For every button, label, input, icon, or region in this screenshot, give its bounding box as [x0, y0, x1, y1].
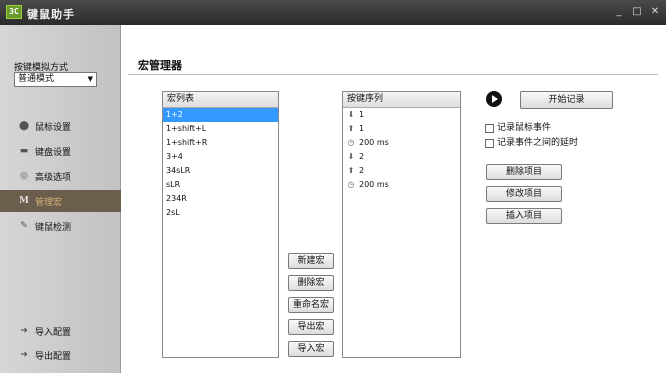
maximize-button[interactable]: □: [630, 5, 644, 19]
list-item[interactable]: ⬇ 1: [343, 108, 460, 122]
arrow-down-icon: ⬇: [347, 152, 355, 161]
delete-macro-button[interactable]: 删除宏: [288, 275, 334, 291]
insert-item-button[interactable]: 插入项目: [486, 208, 562, 224]
delete-item-button[interactable]: 删除项目: [486, 164, 562, 180]
list-item[interactable]: ⬆ 2: [343, 164, 460, 178]
macro-list[interactable]: 宏列表 1+2 1+shift+L 1+shift+R 3+4 34sLR sL…: [162, 91, 279, 358]
list-item[interactable]: 34sLR: [163, 164, 278, 178]
list-item[interactable]: ◷ 200 ms: [343, 178, 460, 192]
list-item[interactable]: ◷ 200 ms: [343, 136, 460, 150]
clock-icon: ◷: [347, 138, 355, 147]
arrow-up-icon: ⬆: [347, 124, 355, 133]
sequence-value: 1: [359, 110, 365, 119]
keyboard-icon: ▬: [19, 146, 29, 156]
play-icon[interactable]: [486, 91, 502, 107]
list-item[interactable]: ⬇ 2: [343, 150, 460, 164]
key-sequence-header: 按键序列: [343, 92, 460, 108]
page-title: 宏管理器: [138, 59, 182, 72]
new-macro-button[interactable]: 新建宏: [288, 253, 334, 269]
export-icon: ➜: [20, 350, 28, 360]
checkbox-label: 记录鼠标事件: [497, 123, 552, 133]
detect-icon: ✎: [20, 221, 28, 231]
sequence-value: 2: [359, 166, 365, 175]
minimize-button[interactable]: _: [612, 5, 626, 19]
macro-list-header: 宏列表: [163, 92, 278, 108]
list-item[interactable]: 3+4: [163, 150, 278, 164]
list-item[interactable]: sLR: [163, 178, 278, 192]
sidebar-item-mouse-settings[interactable]: ⬤ 鼠标设置: [0, 115, 121, 137]
sequence-value: 200 ms: [359, 180, 389, 189]
list-item[interactable]: 1+2: [163, 108, 278, 122]
record-delay-checkbox[interactable]: 记录事件之间的延时: [485, 138, 615, 150]
sidebar-item-keyboard-settings[interactable]: ▬ 键盘设置: [0, 140, 121, 162]
sidebar-item-label: 导入配置: [35, 328, 72, 338]
list-item[interactable]: 1+shift+L: [163, 122, 278, 136]
divider: [128, 74, 658, 75]
list-item[interactable]: 234R: [163, 192, 278, 206]
sidebar: 按键模拟方式 普通模式 ▼ ⬤ 鼠标设置 ▬ 键盘设置 ◎ 高级选项 M 管理宏…: [0, 25, 121, 373]
start-record-button[interactable]: 开始记录: [520, 91, 613, 109]
mouse-icon: ⬤: [18, 121, 30, 131]
key-sim-mode-value: 普通模式: [18, 74, 55, 84]
sequence-value: 2: [359, 152, 365, 161]
sidebar-item-export-config[interactable]: ➜ 导出配置: [0, 344, 121, 366]
sidebar-item-advanced[interactable]: ◎ 高级选项: [0, 165, 121, 187]
modify-item-button[interactable]: 修改项目: [486, 186, 562, 202]
sidebar-item-import-config[interactable]: ➜ 导入配置: [0, 320, 121, 342]
title-bar: 3C 键鼠助手 _ □ ✕: [0, 0, 666, 25]
checkbox-label: 记录事件之间的延时: [497, 138, 579, 148]
key-sim-mode-select[interactable]: 普通模式 ▼: [14, 72, 97, 87]
sidebar-item-label: 高级选项: [35, 173, 72, 183]
import-macro-button[interactable]: 导入宏: [288, 341, 334, 357]
checkbox-box[interactable]: [485, 124, 494, 133]
export-macro-button[interactable]: 导出宏: [288, 319, 334, 335]
chevron-down-icon: ▼: [87, 75, 93, 83]
sequence-value: 1: [359, 124, 365, 133]
sidebar-item-label: 管理宏: [35, 198, 63, 208]
window-title: 键鼠助手: [27, 8, 75, 21]
list-item[interactable]: ⬆ 1: [343, 122, 460, 136]
key-sequence-list[interactable]: 按键序列 ⬇ 1 ⬆ 1 ◷ 200 ms ⬇ 2 ⬆ 2 ◷ 200 ms: [342, 91, 461, 358]
clock-icon: ◷: [347, 180, 355, 189]
checkbox-box[interactable]: [485, 139, 494, 148]
sidebar-item-manage-macro[interactable]: M 管理宏: [0, 190, 121, 212]
list-item[interactable]: 2sL: [163, 206, 278, 220]
sidebar-item-detect[interactable]: ✎ 键鼠检测: [0, 215, 121, 237]
close-button[interactable]: ✕: [648, 5, 662, 19]
sidebar-item-label: 鼠标设置: [35, 123, 72, 133]
app-logo-icon: 3C: [6, 5, 22, 19]
rename-macro-button[interactable]: 重命名宏: [288, 297, 334, 313]
arrow-up-icon: ⬆: [347, 166, 355, 175]
list-item[interactable]: 1+shift+R: [163, 136, 278, 150]
arrow-down-icon: ⬇: [347, 110, 355, 119]
import-icon: ➜: [20, 326, 28, 336]
advanced-icon: ◎: [20, 171, 28, 181]
sequence-value: 200 ms: [359, 138, 389, 147]
sidebar-item-label: 导出配置: [35, 352, 72, 362]
record-mouse-checkbox[interactable]: 记录鼠标事件: [485, 123, 615, 135]
macro-icon: M: [19, 196, 29, 206]
sidebar-item-label: 键鼠检测: [35, 223, 72, 233]
sidebar-item-label: 键盘设置: [35, 148, 72, 158]
